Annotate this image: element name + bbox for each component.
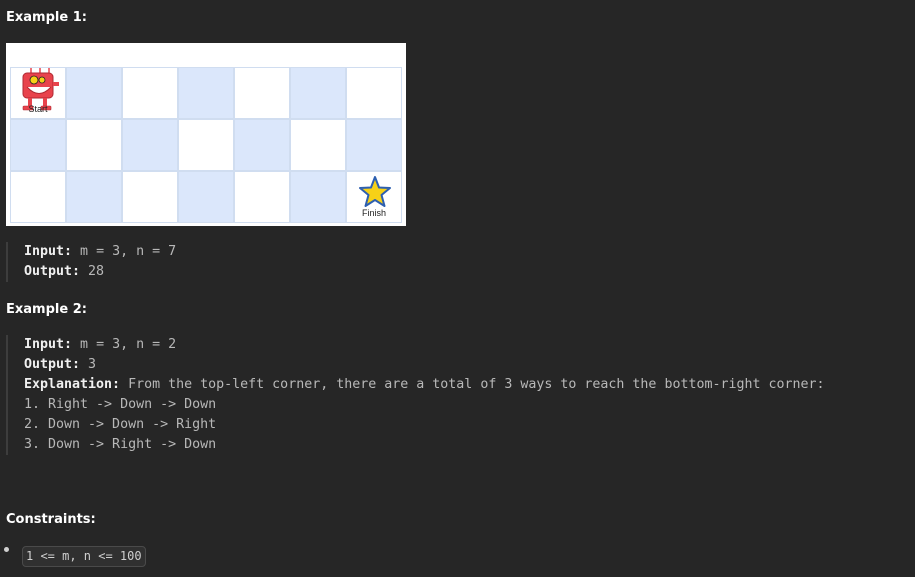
constraint-code: 1 <= m, n <= 100 bbox=[22, 546, 146, 567]
grid-cell: Start bbox=[10, 67, 66, 119]
grid-cell bbox=[66, 67, 122, 119]
star-icon bbox=[359, 176, 391, 207]
finish-label: Finish bbox=[361, 208, 386, 218]
input-label: Input: bbox=[24, 337, 73, 352]
example-1-block: Input: m = 3, n = 7 Output: 28 bbox=[6, 242, 176, 282]
grid-cell bbox=[122, 67, 178, 119]
grid-cell bbox=[346, 119, 402, 171]
grid-illustration: Start Finish bbox=[6, 43, 406, 226]
input-value: m = 3, n = 2 bbox=[72, 337, 177, 352]
grid-cell bbox=[346, 67, 402, 119]
grid-cell bbox=[122, 171, 178, 223]
step-line: 1. Right -> Down -> Down bbox=[24, 397, 217, 412]
grid-cell bbox=[234, 119, 290, 171]
grid-cell bbox=[122, 119, 178, 171]
start-label: Start bbox=[28, 104, 48, 114]
explanation-line: Explanation: From the top-left corner, t… bbox=[24, 375, 825, 395]
grid-cell: Finish bbox=[346, 171, 402, 223]
grid-cell bbox=[178, 119, 234, 171]
explanation-value: From the top-left corner, there are a to… bbox=[120, 377, 825, 392]
output-value: 3 bbox=[80, 357, 97, 372]
example-2-block: Input: m = 3, n = 2 Output: 3 Explanation:… bbox=[6, 335, 825, 455]
input-value: m = 3, n = 7 bbox=[72, 244, 177, 259]
grid-cell bbox=[10, 171, 66, 223]
example-1-heading: Example 1: bbox=[6, 10, 87, 25]
grid: Start Finish bbox=[10, 67, 402, 223]
grid-cell bbox=[178, 67, 234, 119]
output-line: Output: 3 bbox=[24, 355, 825, 375]
step-line: 2. Down -> Down -> Right bbox=[24, 417, 217, 432]
grid-cell bbox=[290, 119, 346, 171]
bullet-icon bbox=[4, 547, 9, 552]
grid-cell bbox=[66, 171, 122, 223]
grid-cell bbox=[178, 171, 234, 223]
grid-cell bbox=[66, 119, 122, 171]
grid-cell bbox=[234, 171, 290, 223]
output-label: Output: bbox=[24, 264, 81, 279]
example-2-heading: Example 2: bbox=[6, 302, 87, 317]
grid-cell bbox=[290, 171, 346, 223]
constraints-heading: Constraints: bbox=[6, 512, 96, 527]
grid-cell bbox=[290, 67, 346, 119]
input-label: Input: bbox=[24, 244, 73, 259]
output-value: 28 bbox=[80, 264, 105, 279]
input-line: Input: m = 3, n = 2 bbox=[24, 335, 825, 355]
output-label: Output: bbox=[24, 357, 81, 372]
explanation-label: Explanation: bbox=[24, 377, 121, 392]
output-line: Output: 28 bbox=[24, 262, 176, 282]
input-line: Input: m = 3, n = 7 bbox=[24, 242, 176, 262]
grid-cell bbox=[10, 119, 66, 171]
grid-cell bbox=[234, 67, 290, 119]
step-line: 3. Down -> Right -> Down bbox=[24, 437, 217, 452]
